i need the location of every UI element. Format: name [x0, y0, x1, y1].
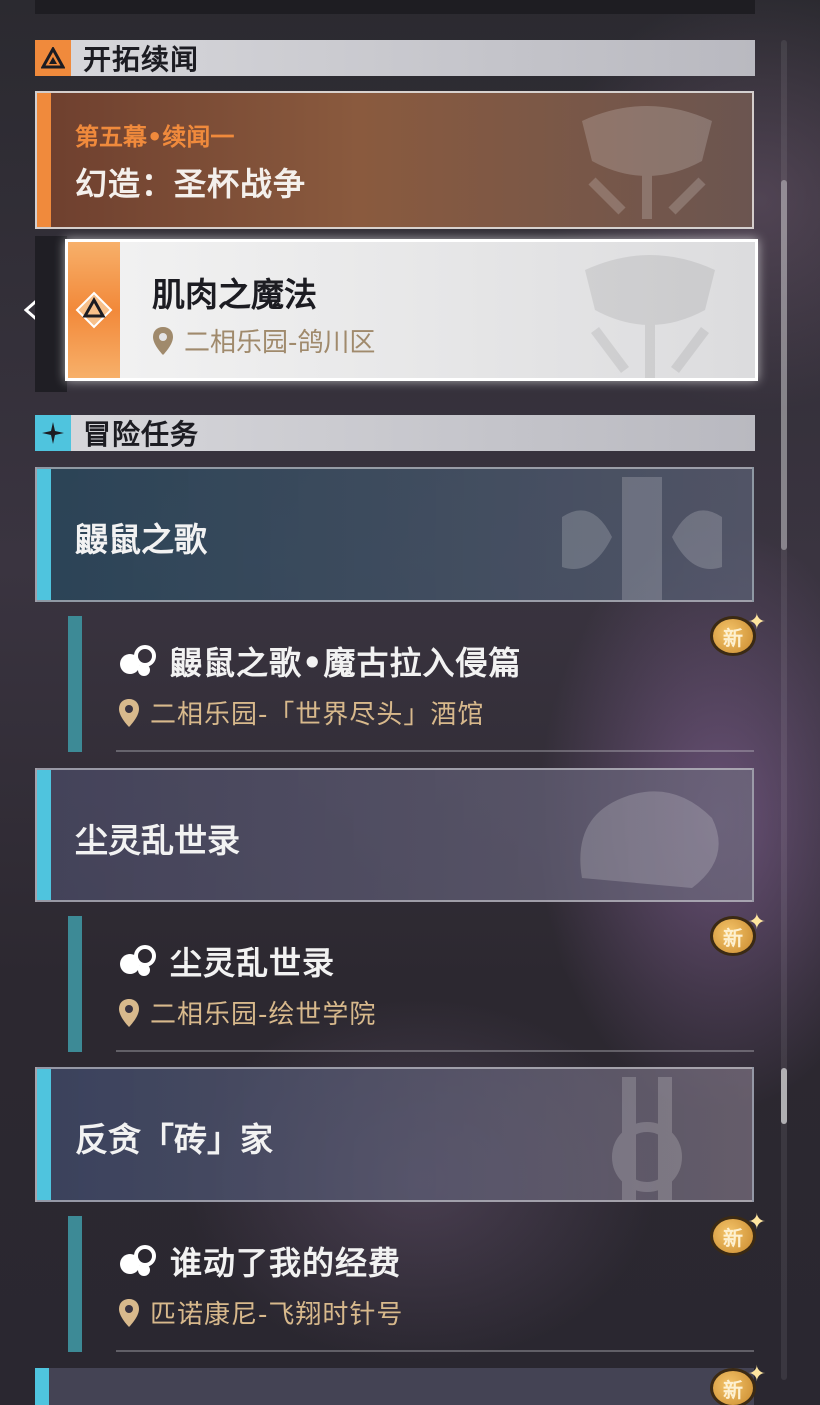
- scrollbar-indicator: [781, 1068, 787, 1124]
- section-title: 开拓续闻: [83, 43, 200, 76]
- new-badge: 新 ✦: [706, 610, 766, 662]
- adventure-group-card-partial[interactable]: [35, 1368, 754, 1405]
- group-title: 尘灵乱世录: [75, 821, 240, 860]
- adventure-group-card[interactable]: 尘灵乱世录: [35, 768, 754, 902]
- quest-item-bar: [68, 1216, 82, 1352]
- chapter-label: 第五幕•续闻一: [75, 123, 235, 151]
- quest-item-bar: [68, 916, 82, 1052]
- card-accent: [37, 1069, 51, 1200]
- sparkle-icon: ✦: [747, 1362, 766, 1387]
- sparkle-icon: ✦: [747, 1210, 766, 1235]
- emblem-watermark-icon: [562, 477, 722, 600]
- card-accent: [37, 469, 51, 600]
- trailblaze-quest-icon: [75, 291, 113, 329]
- emblem-watermark-icon: [612, 1077, 682, 1200]
- section-header-adventure: 冒险任务: [35, 415, 755, 451]
- quest-title-row: 尘灵乱世录: [118, 938, 335, 984]
- location-pin-icon: [119, 698, 139, 727]
- sub-quest-rail: [35, 236, 67, 392]
- quest-title: 尘灵乱世录: [170, 944, 336, 982]
- divider: [116, 1050, 754, 1052]
- location-text: 二相乐园-鸽川区: [184, 328, 376, 358]
- quest-location-row: 二相乐园-绘世学院: [118, 994, 376, 1031]
- top-edge: [35, 0, 755, 14]
- scrollbar-thumb[interactable]: [781, 180, 787, 550]
- card-accent: [37, 770, 51, 900]
- group-title: 鼹鼠之歌: [75, 520, 207, 559]
- sub-quest-location-row: 二相乐园-鸽川区: [152, 322, 375, 359]
- quest-location-row: 匹诺康尼-飞翔时针号: [118, 1294, 403, 1331]
- location-pin-icon: [119, 998, 139, 1027]
- trailblaze-quest-card[interactable]: 第五幕•续闻一 幻造：圣杯战争: [35, 91, 754, 229]
- trailblaze-icon: [35, 40, 71, 76]
- sub-quest-title: 肌肉之魔法: [152, 275, 317, 314]
- new-badge: 新 ✦: [706, 1210, 766, 1262]
- new-badge-partial: 新 ✦: [706, 1362, 766, 1405]
- quest-title: 谁动了我的经费: [170, 1244, 402, 1282]
- quest-item-bar: [68, 616, 82, 752]
- location-text: 二相乐园-「世界尽头」酒馆: [150, 700, 485, 730]
- emblem-watermark-icon: [580, 791, 719, 888]
- adventure-quest-item[interactable]: 尘灵乱世录 二相乐园-绘世学院: [68, 916, 754, 1052]
- adventure-quest-icon: [120, 945, 156, 976]
- location-text: 二相乐园-绘世学院: [150, 1000, 377, 1030]
- card-accent: [35, 1368, 49, 1405]
- card-accent: [37, 93, 51, 227]
- new-badge: 新 ✦: [706, 910, 766, 962]
- quest-type-strip: [68, 242, 120, 378]
- adventure-quest-item[interactable]: 谁动了我的经费 匹诺康尼-飞翔时针号: [68, 1216, 754, 1352]
- location-text: 匹诺康尼-飞翔时针号: [150, 1300, 404, 1330]
- section-header-trailblaze: 开拓续闻: [35, 40, 755, 76]
- adventure-group-card[interactable]: 鼹鼠之歌: [35, 467, 754, 602]
- sparkle-icon: ✦: [747, 610, 766, 635]
- divider: [116, 1350, 754, 1352]
- quest-title: 幻造：圣杯战争: [75, 165, 307, 203]
- location-pin-icon: [119, 1298, 139, 1327]
- trailblaze-sub-quest-card[interactable]: 肌肉之魔法 二相乐园-鸽川区: [65, 239, 758, 381]
- location-pin-icon: [153, 326, 173, 355]
- emblem-watermark-icon: [582, 106, 712, 219]
- adventure-quest-icon: [120, 1245, 156, 1276]
- quest-title-row: 谁动了我的经费: [118, 1238, 401, 1284]
- adventure-quest-item[interactable]: 鼹鼠之歌•魔古拉入侵篇 二相乐园-「世界尽头」酒馆: [68, 616, 754, 752]
- group-title: 反贪「砖」家: [75, 1120, 273, 1159]
- emblem-watermark-icon: [585, 255, 715, 378]
- adventure-icon: [35, 415, 71, 451]
- sparkle-icon: ✦: [747, 910, 766, 935]
- divider: [116, 750, 754, 752]
- adventure-group-card[interactable]: 反贪「砖」家: [35, 1067, 754, 1202]
- quest-location-row: 二相乐园-「世界尽头」酒馆: [118, 694, 484, 731]
- adventure-quest-icon: [120, 645, 156, 676]
- section-title: 冒险任务: [83, 418, 200, 451]
- quest-title: 鼹鼠之歌•魔古拉入侵篇: [170, 644, 522, 682]
- quest-title-row: 鼹鼠之歌•魔古拉入侵篇: [118, 638, 521, 684]
